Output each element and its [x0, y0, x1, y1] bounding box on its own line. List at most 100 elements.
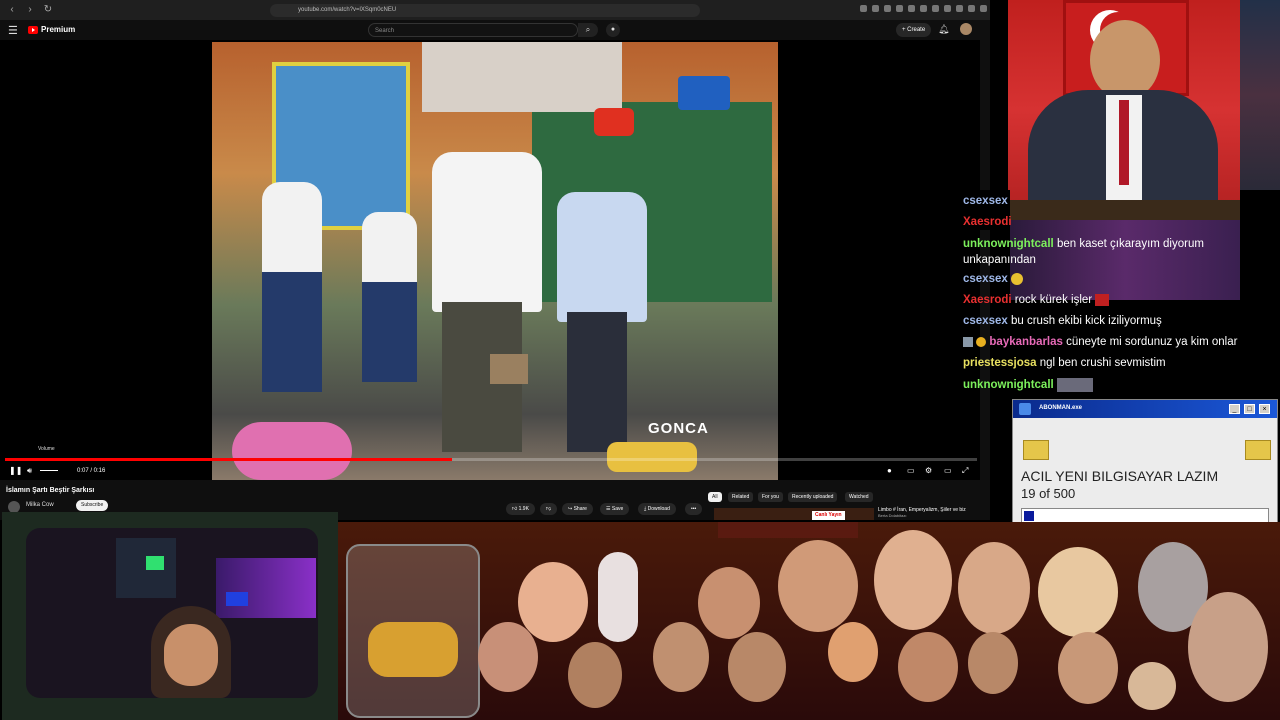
face-cutout — [968, 632, 1018, 694]
bell-icon[interactable]: 🔔︎ — [938, 24, 949, 35]
chip-watched[interactable]: Watched — [845, 492, 873, 502]
chip-for-you[interactable]: For you — [758, 492, 783, 502]
stream-chat: csexsex Xaesrodi unknownightcall ben kas… — [960, 190, 1280, 400]
video-frame[interactable]: GONCA — [212, 42, 778, 480]
face-cutout — [1038, 547, 1118, 637]
avatar[interactable] — [960, 23, 972, 35]
player-controls: ❚❚ 🔊︎ 0:07 / 0:16 ● ▭ ⚙ ▭ ⤢ — [0, 463, 980, 479]
person-face — [1090, 20, 1160, 100]
extension-icon[interactable] — [968, 5, 975, 12]
chat-username[interactable]: unknownightcall — [963, 238, 1054, 250]
dislike-button[interactable]: 👎︎ — [540, 503, 558, 515]
volume-icon[interactable]: 🔊︎ — [27, 466, 32, 476]
youtube-logo[interactable]: Premium — [28, 25, 75, 34]
face-cutout — [1188, 592, 1268, 702]
forward-icon[interactable]: › — [24, 4, 36, 16]
chip-all[interactable]: All — [708, 492, 722, 502]
goal-progress-fill — [1024, 511, 1034, 521]
extension-icon[interactable] — [980, 5, 987, 12]
maximize-icon[interactable]: □ — [1244, 404, 1255, 414]
face-cutout — [874, 530, 952, 630]
hamburger-menu-icon[interactable]: ☰ — [8, 24, 18, 37]
youtube-header: ☰ Premium Search ⌕ ● + Create 🔔︎ — [0, 20, 990, 40]
autoplay-toggle-icon[interactable]: ● — [887, 466, 892, 475]
face-cutout — [653, 622, 709, 692]
progress-fill — [5, 458, 453, 461]
browser-window: ‹ › ↻ youtube.com/watch?v=lXSqm0cNEU ☰ P… — [0, 0, 990, 520]
child-figure — [557, 192, 647, 322]
volume-slider[interactable] — [40, 470, 58, 471]
side-collage — [1240, 0, 1280, 190]
chat-username[interactable]: csexsex — [963, 315, 1008, 327]
recommendation-thumbnail[interactable]: Canlı Yayın — [714, 508, 874, 520]
share-button[interactable]: ↪ Share — [562, 503, 593, 515]
chat-username[interactable]: baykanbarlas — [989, 336, 1063, 348]
streamer-face — [164, 624, 218, 686]
save-label: Save — [611, 506, 624, 512]
minimize-icon[interactable]: _ — [1229, 404, 1240, 414]
extension-icon[interactable] — [944, 5, 951, 12]
like-count: 1.9K — [518, 506, 529, 512]
badge-icon — [963, 336, 973, 347]
extension-icon[interactable] — [896, 5, 903, 12]
settings-icon[interactable]: ⚙ — [925, 466, 932, 475]
more-actions-button[interactable]: ••• — [685, 503, 703, 515]
face-cutout — [898, 632, 958, 702]
create-button[interactable]: + Create — [896, 23, 932, 37]
recommendation-info[interactable]: Limbo # İran, Emperyalizm, Şiiler ve biz… — [878, 507, 978, 518]
save-button[interactable]: ☰ Save — [600, 503, 630, 515]
address-bar[interactable]: youtube.com/watch?v=lXSqm0cNEU — [270, 4, 700, 17]
channel-logo-overlay — [678, 76, 730, 110]
chat-username[interactable]: csexsex — [963, 195, 1008, 207]
chat-username[interactable]: Xaesrodi — [963, 294, 1012, 306]
progress-bar[interactable] — [5, 458, 977, 461]
microphone-icon[interactable]: ● — [606, 23, 620, 37]
chat-message: baykanbarlas cüneyte mi sordunuz ya kim … — [963, 336, 1237, 348]
extension-icon[interactable] — [860, 5, 867, 12]
theater-mode-icon[interactable]: ▭ — [944, 466, 952, 475]
goal-count: 19 of 500 — [1021, 486, 1076, 501]
download-label: Download — [647, 506, 670, 512]
download-button[interactable]: ⤓ Download — [638, 503, 676, 515]
extension-icon[interactable] — [872, 5, 879, 12]
extension-icon[interactable] — [932, 5, 939, 12]
window-title: ABONMAN.exe — [1039, 405, 1083, 411]
search-input[interactable]: Search — [368, 23, 578, 37]
child-skirt — [262, 272, 322, 392]
object-cutout — [598, 552, 638, 642]
chip-recently-uploaded[interactable]: Recently uploaded — [788, 492, 838, 502]
chat-text: ngl ben crushi sevmistim — [1039, 357, 1166, 369]
chat-username[interactable]: csexsex — [963, 273, 1008, 285]
fullscreen-icon[interactable]: ⤢ — [962, 466, 968, 476]
emote-overlay — [490, 354, 528, 384]
subtitles-icon[interactable]: ▭ — [907, 466, 915, 475]
chat-message: priestessjosa ngl ben crushi sevmistim — [963, 357, 1166, 369]
collage-header-strip — [718, 522, 858, 538]
chat-username[interactable]: priestessjosa — [963, 357, 1037, 369]
extension-icon[interactable] — [884, 5, 891, 12]
like-button[interactable]: 👍︎ 1.9K — [506, 503, 535, 515]
emote — [1056, 378, 1093, 392]
pause-icon[interactable]: ❚❚ — [9, 466, 22, 475]
neon-light — [216, 558, 316, 618]
channel-name[interactable]: Milka Cow — [26, 502, 54, 508]
reload-icon[interactable]: ↻ — [42, 4, 54, 16]
chat-message: csexsex bu crush ekibi kick iziliyormuş — [963, 315, 1162, 327]
chat-message: csexsex — [963, 195, 1008, 207]
extension-icon[interactable] — [908, 5, 915, 12]
chat-text: cüneyte mi sordunuz ya kim onlar — [1066, 336, 1238, 348]
chip-related[interactable]: Related — [728, 492, 754, 502]
chat-username[interactable]: Xaesrodi — [963, 216, 1012, 228]
app-icon — [1019, 403, 1031, 415]
extension-icon[interactable] — [920, 5, 927, 12]
close-icon[interactable]: × — [1259, 404, 1270, 414]
search-icon[interactable]: ⌕ — [578, 23, 598, 37]
chat-username[interactable]: unknownightcall — [963, 379, 1054, 391]
face-cutout — [778, 540, 858, 632]
window-titlebar[interactable]: ABONMAN.exe _ □ × — [1013, 400, 1277, 418]
video-player[interactable]: GONCA Volume ❚❚ 🔊︎ 0:07 / 0:16 ● ▭ ⚙ ▭ ⤢ — [0, 40, 980, 480]
back-icon[interactable]: ‹ — [6, 4, 18, 16]
subscribe-button[interactable]: Subscribe — [76, 500, 109, 511]
chat-message: Xaesrodi — [963, 216, 1012, 228]
extension-icon[interactable] — [956, 5, 963, 12]
